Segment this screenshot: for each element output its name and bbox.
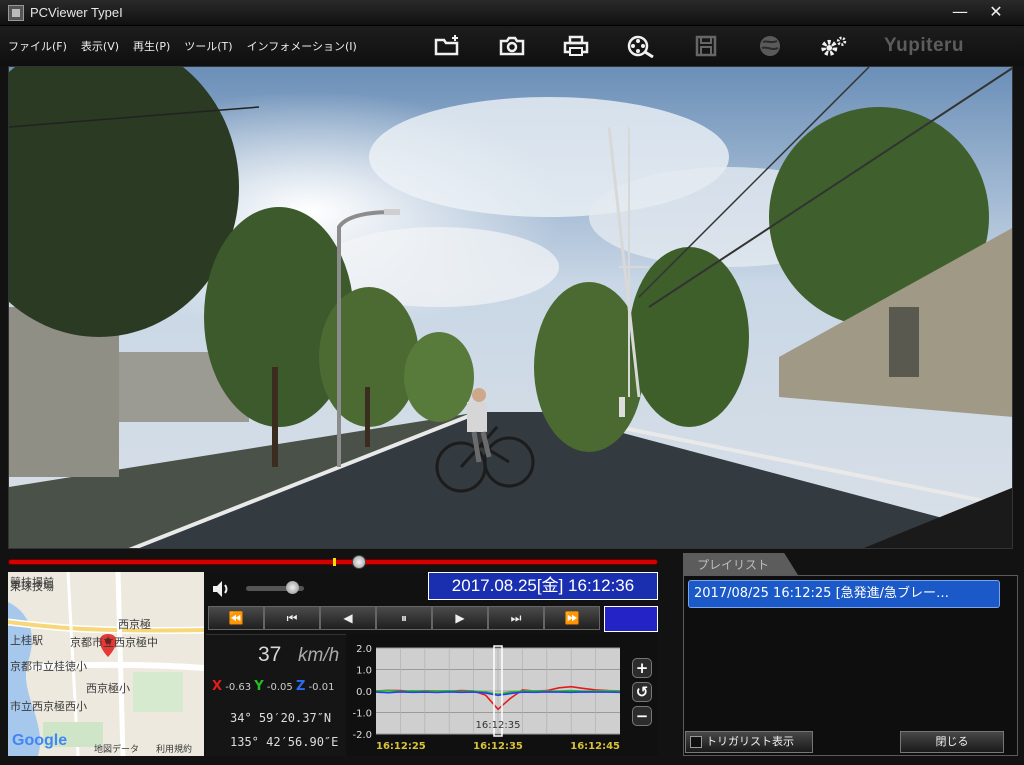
trigger-list-label: トリガリスト表示 <box>706 735 794 748</box>
rewind-button[interactable]: ⏪ <box>208 606 264 630</box>
folder-icon[interactable] <box>431 32 463 60</box>
playlist-item[interactable]: 2017/08/25 16:12:25 [急発進/急ブレー… <box>688 580 1000 608</box>
menu-bar: ファイル(F) 表示(V) 再生(P) ツール(T) インフォメーション(I) <box>0 26 1024 66</box>
control-panel: 2017.08.25[金] 16:12:36 ⏪ ⏮ ◀ ⏸ ▶ ⏭ ⏩ <box>206 572 658 632</box>
save-icon <box>690 32 722 60</box>
map-label: 京都市立桂徳小 <box>10 660 87 673</box>
datetime-display: 2017.08.25[金] 16:12:36 <box>428 572 658 600</box>
menu-items: ファイル(F) 表示(V) 再生(P) ツール(T) インフォメーション(I) <box>8 38 371 54</box>
trigger-list-checkbox[interactable] <box>690 736 702 748</box>
z-value: -0.01 <box>308 682 335 693</box>
video-frame[interactable] <box>8 66 1013 549</box>
app-window: PCViewer TypeI — ✕ ファイル(F) 表示(V) 再生(P) ツ… <box>0 0 1024 765</box>
pause-button[interactable]: ⏸ <box>376 606 432 630</box>
menu-view[interactable]: 表示(V) <box>81 38 119 54</box>
close-window-button[interactable]: ✕ <box>982 1 1010 23</box>
brand-logo: Yupiteru <box>884 35 964 57</box>
seek-event-marker <box>333 558 336 566</box>
playlist-tab-label: プレイリスト <box>697 558 770 572</box>
next-button[interactable]: ⏭ <box>488 606 544 630</box>
y-value: -0.05 <box>266 682 293 693</box>
playback-controls: ⏪ ⏮ ◀ ⏸ ▶ ⏭ ⏩ <box>208 606 600 630</box>
film-search-icon[interactable] <box>625 32 657 60</box>
y-tick-label: -2.0 <box>352 730 372 741</box>
map-label: 市立西京極西小 <box>10 700 87 713</box>
x-value: -0.63 <box>225 682 252 693</box>
x-tick-label: 16:12:45 <box>570 741 620 752</box>
map-data-link[interactable]: 地図データ <box>94 742 139 755</box>
google-logo: Google <box>12 732 67 750</box>
globe-icon <box>754 32 786 60</box>
dashcam-scene <box>9 67 1012 548</box>
seek-thumb[interactable] <box>352 555 366 569</box>
playlist-body: 2017/08/25 16:12:25 [急発進/急ブレー… <box>683 575 1018 756</box>
y-tick-label: 2.0 <box>356 644 372 655</box>
menu-information[interactable]: インフォメーション(I) <box>247 38 357 54</box>
menu-tools[interactable]: ツール(T) <box>184 38 232 54</box>
y-tick-label: -1.0 <box>352 709 372 720</box>
x-tick-label: 16:12:25 <box>376 741 426 752</box>
print-icon[interactable] <box>560 32 592 60</box>
zoom-in-button[interactable]: + <box>632 658 652 678</box>
settings-icon[interactable] <box>818 32 850 60</box>
gsensor-values: X -0.63 Y -0.05 Z -0.01 <box>212 679 334 694</box>
title-bar: PCViewer TypeI — ✕ <box>0 0 1024 26</box>
speed-unit: km/h <box>298 645 340 666</box>
x-tick-label: 16:12:35 <box>473 741 523 752</box>
map-panel[interactable]: 競技場前 東球技場 西京極 上桂駅 京都市立西京極中 京都市立桂徳小 西京極小 … <box>8 572 204 756</box>
sensor-info: 37 km/h X -0.63 Y -0.05 Z -0.01 34° 59′2… <box>206 634 346 756</box>
map-label: 西京極小 <box>86 682 130 695</box>
z-axis-label: Z <box>295 679 306 694</box>
cursor-time-label: 16:12:35 <box>476 720 521 731</box>
y-tick-label: 1.0 <box>356 666 372 677</box>
latitude: 34° 59′20.37″N <box>230 711 332 725</box>
menu-playback[interactable]: 再生(P) <box>133 38 170 54</box>
y-axis-label: Y <box>254 679 264 694</box>
y-tick-label: 0.0 <box>356 687 372 698</box>
close-playlist-button[interactable]: 閉じる <box>900 731 1004 753</box>
play-button[interactable]: ▶ <box>432 606 488 630</box>
map-label: 東球技場 <box>10 580 54 593</box>
map-label: 京都市立西京極中 <box>70 636 158 649</box>
google-wordmark: Google <box>12 732 68 749</box>
seek-bar[interactable] <box>8 555 658 569</box>
menu-file[interactable]: ファイル(F) <box>8 38 67 54</box>
trigger-list-toggle[interactable]: トリガリスト表示 <box>685 731 813 753</box>
terms-link[interactable]: 利用規約 <box>156 742 192 755</box>
zoom-out-button[interactable]: − <box>632 706 652 726</box>
gsensor-chart[interactable]: 2.0 1.0 0.0 -1.0 -2.0 16:12:35 16:12:25 16:12:3… <box>346 634 632 756</box>
window-title: PCViewer TypeI <box>30 5 123 20</box>
map-label: 上桂駅 <box>10 634 43 647</box>
brand-name: Yupiteru <box>884 35 965 56</box>
volume-thumb[interactable] <box>286 581 300 594</box>
x-axis-label: X <box>212 679 223 694</box>
reverse-play-button[interactable]: ◀ <box>320 606 376 630</box>
previous-button[interactable]: ⏮ <box>264 606 320 630</box>
speed-value: 37 <box>258 643 282 666</box>
app-icon <box>8 5 24 21</box>
volume-icon[interactable] <box>210 578 232 604</box>
playlist-panel: プレイリスト 2017/08/25 16:12:25 [急発進/急ブレー… トリ… <box>683 553 1018 758</box>
camera-icon[interactable] <box>496 32 528 60</box>
gsensor-graph-panel: 2.0 1.0 0.0 -1.0 -2.0 16:12:35 16:12:25 16:12:3… <box>346 634 658 756</box>
map-label: 西京極 <box>118 618 151 631</box>
reset-zoom-button[interactable]: ↺ <box>632 682 652 702</box>
fast-forward-button[interactable]: ⏩ <box>544 606 600 630</box>
longitude: 135° 42′56.90″E <box>230 735 339 749</box>
color-indicator <box>604 606 658 632</box>
minimize-button[interactable]: — <box>946 1 974 23</box>
playlist-tab[interactable]: プレイリスト <box>683 553 798 575</box>
